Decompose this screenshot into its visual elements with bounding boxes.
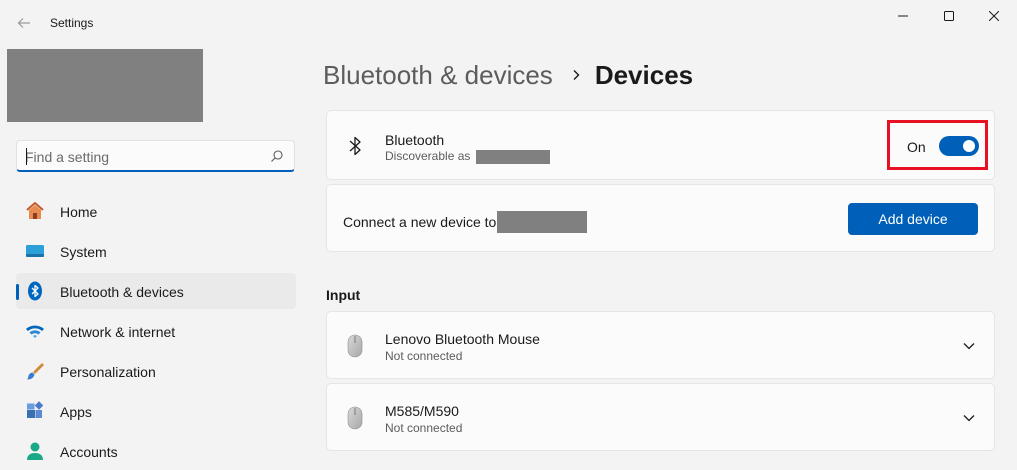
sidebar-item-bluetooth-devices[interactable]: Bluetooth & devices [16, 273, 296, 309]
maximize-button[interactable] [926, 0, 972, 32]
sidebar-item-accounts[interactable]: Accounts [16, 433, 296, 469]
minimize-button[interactable] [880, 0, 926, 32]
bluetooth-icon [25, 281, 45, 301]
add-device-button[interactable]: Add device [848, 203, 978, 235]
sidebar-nav: Home System Bluetooth & devices Network … [16, 193, 296, 470]
bluetooth-subtitle: Discoverable as [385, 149, 550, 164]
redacted-profile-block [7, 49, 203, 122]
device-name: Lenovo Bluetooth Mouse [385, 331, 540, 347]
device-status: Not connected [385, 349, 463, 363]
app-title: Settings [50, 16, 94, 30]
back-button[interactable] [10, 10, 38, 36]
search-icon[interactable] [270, 149, 284, 163]
chevron-down-icon[interactable] [961, 338, 977, 354]
sidebar-item-label: Network & internet [60, 324, 176, 340]
page-title: Devices [594, 59, 694, 90]
apps-icon [25, 401, 45, 421]
text-caret [26, 148, 27, 165]
mouse-icon [345, 334, 365, 358]
back-arrow-icon [17, 18, 30, 28]
sidebar-item-label: Personalization [60, 364, 156, 380]
system-icon [25, 241, 45, 261]
chevron-right-icon [571, 69, 581, 81]
minimize-icon [898, 15, 908, 17]
bluetooth-symbol-icon [345, 134, 365, 158]
highlight-annotation-box [887, 120, 988, 170]
redacted-device-name [475, 149, 550, 164]
redacted-pc-name [497, 211, 588, 233]
accounts-icon [25, 441, 45, 461]
connect-device-label: Connect a new device to [343, 214, 497, 230]
home-icon [25, 201, 45, 221]
search-box[interactable] [16, 140, 295, 172]
brush-icon [25, 361, 45, 381]
device-name: M585/M590 [385, 403, 459, 419]
discoverable-label: Discoverable as [385, 149, 471, 163]
sidebar-item-label: Accounts [60, 444, 118, 460]
device-row-m585-m590[interactable]: M585/M590 Not connected [326, 383, 995, 451]
chevron-down-icon[interactable] [961, 410, 977, 426]
connect-device-text: Connect a new device to [343, 211, 588, 233]
settings-window: Settings Find a setting Home System Blue… [0, 0, 1017, 470]
device-row-lenovo-mouse[interactable]: Lenovo Bluetooth Mouse Not connected [326, 311, 995, 379]
maximize-icon [944, 11, 954, 21]
sidebar-item-label: System [60, 244, 107, 260]
sidebar-item-personalization[interactable]: Personalization [16, 353, 296, 389]
search-input[interactable] [25, 147, 255, 167]
sidebar-item-label: Bluetooth & devices [60, 284, 184, 300]
connect-device-card: Connect a new device to Add device [326, 184, 995, 252]
close-button[interactable] [971, 0, 1017, 32]
breadcrumb: Bluetooth & devices Devices [323, 57, 693, 93]
sidebar-item-home[interactable]: Home [16, 193, 296, 229]
sidebar-item-network-internet[interactable]: Network & internet [16, 313, 296, 349]
mouse-icon [345, 406, 365, 430]
bluetooth-title: Bluetooth [385, 132, 445, 148]
device-status: Not connected [385, 421, 463, 435]
sidebar-item-apps[interactable]: Apps [16, 393, 296, 429]
breadcrumb-parent-link[interactable]: Bluetooth & devices [323, 60, 553, 91]
sidebar-item-label: Apps [60, 404, 92, 420]
sidebar-item-label: Home [60, 204, 98, 220]
title-bar: Settings [0, 0, 1017, 46]
input-section-title: Input [326, 287, 361, 303]
active-indicator [16, 284, 19, 300]
wifi-icon [25, 321, 45, 341]
close-icon [989, 11, 999, 21]
sidebar-item-system[interactable]: System [16, 233, 296, 269]
